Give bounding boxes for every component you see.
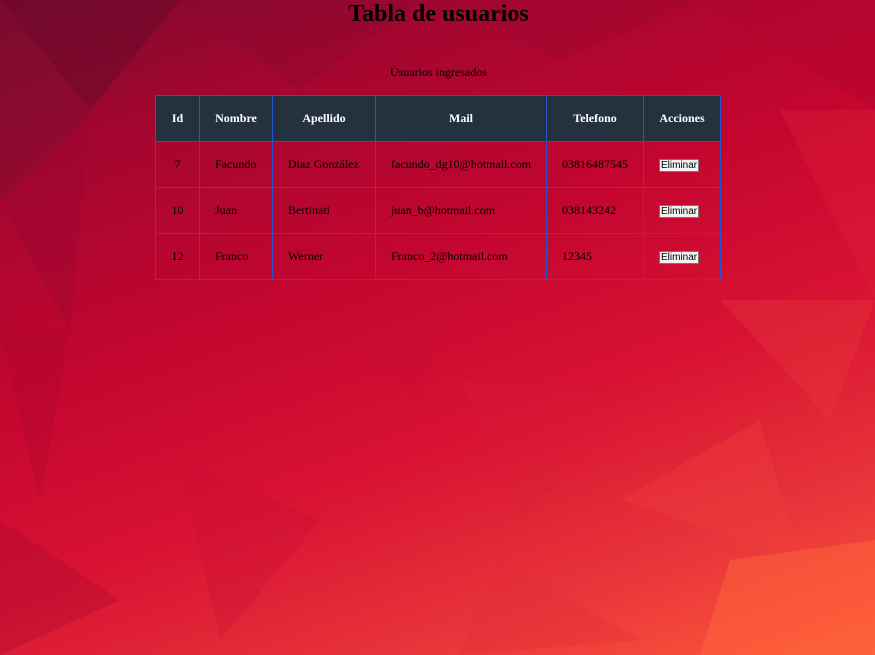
column-header-nombre: Nombre bbox=[199, 95, 273, 142]
cell-acciones: Eliminar bbox=[643, 187, 721, 234]
cell-nombre: Facundo bbox=[199, 141, 273, 188]
cell-telefono: 03816487545 bbox=[546, 141, 644, 188]
cell-id: 7 bbox=[155, 141, 200, 188]
table-row: 12 Franco Werner Franco_2@hotmail.com 12… bbox=[155, 233, 721, 280]
table-body: 7 Facundo Diaz González facundo_dg10@hot… bbox=[155, 141, 721, 280]
cell-telefono: 038143242 bbox=[546, 187, 644, 234]
cell-nombre: Franco bbox=[199, 233, 273, 280]
cell-apellido: Bertinati bbox=[272, 187, 376, 234]
cell-mail: juan_b@hotmail.com bbox=[375, 187, 547, 234]
table-row: 7 Facundo Diaz González facundo_dg10@hot… bbox=[155, 141, 721, 188]
table-header: Id Nombre Apellido Mail Telefono Accione… bbox=[155, 95, 721, 142]
page-title: Tabla de usuarios bbox=[348, 1, 529, 27]
page-subtitle: Usuarios ingresados bbox=[390, 65, 487, 79]
table-row: 10 Juan Bertinati juan_b@hotmail.com 038… bbox=[155, 187, 721, 234]
cell-apellido: Werner bbox=[272, 233, 376, 280]
column-header-apellido: Apellido bbox=[272, 95, 376, 142]
cell-mail: Franco_2@hotmail.com bbox=[375, 233, 547, 280]
cell-acciones: Eliminar bbox=[643, 233, 721, 280]
delete-button[interactable]: Eliminar bbox=[659, 251, 700, 264]
column-header-telefono: Telefono bbox=[546, 95, 644, 142]
cell-acciones: Eliminar bbox=[643, 141, 721, 188]
column-header-id: Id bbox=[155, 95, 200, 142]
cell-id: 12 bbox=[155, 233, 200, 280]
column-header-mail: Mail bbox=[375, 95, 547, 142]
table-header-row: Id Nombre Apellido Mail Telefono Accione… bbox=[155, 95, 721, 142]
delete-button[interactable]: Eliminar bbox=[659, 159, 700, 172]
users-table: Id Nombre Apellido Mail Telefono Accione… bbox=[155, 95, 721, 280]
cell-telefono: 12345 bbox=[546, 233, 644, 280]
cell-mail: facundo_dg10@hotmail.com bbox=[375, 141, 547, 188]
column-header-acciones: Acciones bbox=[643, 95, 721, 142]
cell-nombre: Juan bbox=[199, 187, 273, 234]
cell-apellido: Diaz González bbox=[272, 141, 376, 188]
delete-button[interactable]: Eliminar bbox=[659, 205, 700, 218]
cell-id: 10 bbox=[155, 187, 200, 234]
